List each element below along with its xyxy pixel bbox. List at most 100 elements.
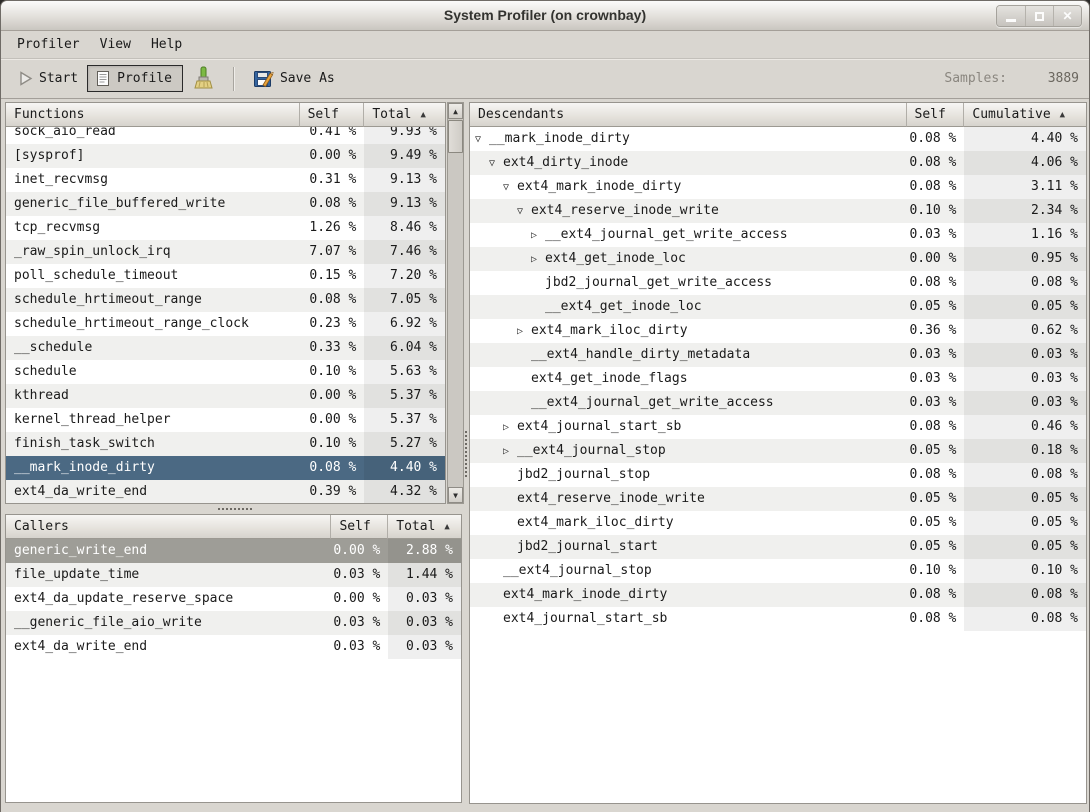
descendants-tree: ▽__mark_inode_dirty0.08 %4.40 %▽ext4_dir… — [470, 127, 1086, 803]
table-row[interactable]: generic_file_buffered_write0.08 %9.13 % — [6, 192, 445, 216]
table-row[interactable]: ext4_get_inode_flags0.03 %0.03 % — [470, 367, 1086, 391]
table-row[interactable]: file_update_time0.03 %1.44 % — [6, 563, 461, 587]
save-as-button[interactable]: Save As — [244, 63, 344, 94]
table-row[interactable]: ▷__ext4_journal_get_write_access0.03 %1.… — [470, 223, 1086, 247]
self-percent-cell: 0.10 % — [907, 559, 965, 583]
table-row[interactable]: finish_task_switch0.10 %5.27 % — [6, 432, 445, 456]
table-row[interactable]: jbd2_journal_get_write_access0.08 %0.08 … — [470, 271, 1086, 295]
function-name-cell: schedule — [6, 360, 300, 384]
table-row[interactable]: kthread0.00 %5.37 % — [6, 384, 445, 408]
table-row[interactable]: poll_schedule_timeout0.15 %7.20 % — [6, 264, 445, 288]
menu-view[interactable]: View — [90, 34, 141, 55]
table-row[interactable]: ▷__ext4_journal_stop0.05 %0.18 % — [470, 439, 1086, 463]
table-row[interactable]: ext4_da_write_end0.39 %4.32 % — [6, 480, 445, 503]
scroll-up-button[interactable]: ▲ — [448, 103, 463, 119]
expander-closed-icon[interactable]: ▷ — [517, 320, 531, 343]
menu-help[interactable]: Help — [141, 34, 192, 55]
function-name: ext4_journal_start_sb — [517, 419, 681, 434]
table-row[interactable]: __generic_file_aio_write0.03 %0.03 % — [6, 611, 461, 635]
column-header-self[interactable]: Self — [300, 103, 365, 127]
column-header-self[interactable]: Self — [331, 515, 388, 539]
table-row[interactable]: kernel_thread_helper0.00 %5.37 % — [6, 408, 445, 432]
table-row[interactable]: generic_write_end0.00 %2.88 % — [6, 539, 461, 563]
expander-closed-icon[interactable]: ▷ — [531, 248, 545, 271]
function-name: kernel_thread_helper — [14, 412, 171, 427]
total-percent-cell: 9.13 % — [364, 192, 445, 216]
menu-profiler[interactable]: Profiler — [7, 34, 90, 55]
total-percent-cell: 7.20 % — [364, 264, 445, 288]
self-percent-cell: 0.15 % — [300, 264, 365, 288]
table-row[interactable]: ext4_mark_inode_dirty0.08 %0.08 % — [470, 583, 1086, 607]
expander-open-icon[interactable]: ▽ — [503, 176, 517, 199]
table-row[interactable]: schedule_hrtimeout_range0.08 %7.05 % — [6, 288, 445, 312]
self-percent-cell: 7.07 % — [300, 240, 365, 264]
table-row[interactable]: tcp_recvmsg1.26 %8.46 % — [6, 216, 445, 240]
table-row[interactable]: sock_aio_read0.41 %9.93 % — [6, 127, 445, 144]
total-percent-cell: 0.10 % — [964, 559, 1086, 583]
table-row[interactable]: ▷ext4_journal_start_sb0.08 %0.46 % — [470, 415, 1086, 439]
expander-closed-icon[interactable]: ▷ — [503, 440, 517, 463]
table-row[interactable]: ext4_da_update_reserve_space0.00 %0.03 % — [6, 587, 461, 611]
column-header-total[interactable]: Total▲ — [364, 103, 445, 127]
profile-toggle-button[interactable]: Profile — [87, 65, 183, 92]
table-row[interactable]: __ext4_get_inode_loc0.05 %0.05 % — [470, 295, 1086, 319]
function-name-cell: ext4_da_write_end — [6, 635, 332, 659]
self-percent-cell: 0.05 % — [907, 511, 965, 535]
table-row[interactable]: jbd2_journal_stop0.08 %0.08 % — [470, 463, 1086, 487]
table-row[interactable]: ext4_journal_start_sb0.08 %0.08 % — [470, 607, 1086, 631]
column-header-functions[interactable]: Functions — [6, 103, 300, 127]
function-name-cell: ext4_da_write_end — [6, 480, 300, 503]
table-row[interactable]: ▽ext4_reserve_inode_write0.10 %2.34 % — [470, 199, 1086, 223]
expander-open-icon[interactable]: ▽ — [517, 200, 531, 223]
close-button[interactable]: ✕ — [1053, 6, 1081, 26]
table-row[interactable]: ext4_reserve_inode_write0.05 %0.05 % — [470, 487, 1086, 511]
column-header-self[interactable]: Self — [907, 103, 965, 127]
function-name: __ext4_journal_stop — [517, 443, 666, 458]
table-row[interactable]: ▽ext4_mark_inode_dirty0.08 %3.11 % — [470, 175, 1086, 199]
column-header-descendants[interactable]: Descendants — [470, 103, 907, 127]
function-name: ext4_da_write_end — [14, 484, 147, 499]
expander-open-icon[interactable]: ▽ — [489, 152, 503, 175]
function-name-cell: poll_schedule_timeout — [6, 264, 300, 288]
table-row[interactable]: ▷ext4_get_inode_loc0.00 %0.95 % — [470, 247, 1086, 271]
horizontal-pane-splitter[interactable] — [5, 504, 464, 514]
samples-status: Samples: 3889 — [944, 71, 1079, 86]
table-row[interactable]: __ext4_handle_dirty_metadata0.03 %0.03 % — [470, 343, 1086, 367]
title-bar[interactable]: System Profiler (on crownbay) ✕ — [1, 1, 1089, 31]
table-row[interactable]: ▷ext4_mark_iloc_dirty0.36 %0.62 % — [470, 319, 1086, 343]
table-row[interactable]: [sysprof]0.00 %9.49 % — [6, 144, 445, 168]
table-row[interactable]: __ext4_journal_get_write_access0.03 %0.0… — [470, 391, 1086, 415]
functions-scrollbar[interactable]: ▲ ▼ — [447, 102, 464, 504]
maximize-button[interactable] — [1025, 6, 1053, 26]
column-header-callers[interactable]: Callers — [6, 515, 331, 539]
expander-open-icon[interactable]: ▽ — [475, 128, 489, 151]
table-row[interactable]: schedule_hrtimeout_range_clock0.23 %6.92… — [6, 312, 445, 336]
column-header-label: Self — [339, 516, 370, 538]
table-row[interactable]: inet_recvmsg0.31 %9.13 % — [6, 168, 445, 192]
table-row[interactable]: ext4_mark_iloc_dirty0.05 %0.05 % — [470, 511, 1086, 535]
scrollbar-thumb[interactable] — [448, 120, 463, 153]
expander-closed-icon[interactable]: ▷ — [503, 416, 517, 439]
self-percent-cell: 0.00 % — [300, 144, 365, 168]
table-row[interactable]: ext4_da_write_end0.03 %0.03 % — [6, 635, 461, 659]
table-row[interactable]: ▽__mark_inode_dirty0.08 %4.40 % — [470, 127, 1086, 151]
table-row[interactable]: __schedule0.33 %6.04 % — [6, 336, 445, 360]
column-header-cumulative[interactable]: Cumulative▲ — [964, 103, 1086, 127]
reset-button[interactable] — [183, 61, 223, 97]
table-row[interactable]: __mark_inode_dirty0.08 %4.40 % — [6, 456, 445, 480]
self-percent-cell: 0.39 % — [300, 480, 365, 503]
start-button[interactable]: Start — [9, 66, 87, 91]
minimize-button[interactable] — [997, 6, 1025, 26]
table-row[interactable]: schedule0.10 %5.63 % — [6, 360, 445, 384]
self-percent-cell: 0.08 % — [907, 175, 965, 199]
total-percent-cell: 5.37 % — [364, 384, 445, 408]
total-percent-cell: 9.13 % — [364, 168, 445, 192]
table-row[interactable]: _raw_spin_unlock_irq7.07 %7.46 % — [6, 240, 445, 264]
function-name-cell: ▽ext4_reserve_inode_write — [470, 199, 907, 223]
table-row[interactable]: jbd2_journal_start0.05 %0.05 % — [470, 535, 1086, 559]
column-header-total[interactable]: Total▲ — [388, 515, 461, 539]
table-row[interactable]: __ext4_journal_stop0.10 %0.10 % — [470, 559, 1086, 583]
scroll-down-button[interactable]: ▼ — [448, 487, 463, 503]
expander-closed-icon[interactable]: ▷ — [531, 224, 545, 247]
table-row[interactable]: ▽ext4_dirty_inode0.08 %4.06 % — [470, 151, 1086, 175]
